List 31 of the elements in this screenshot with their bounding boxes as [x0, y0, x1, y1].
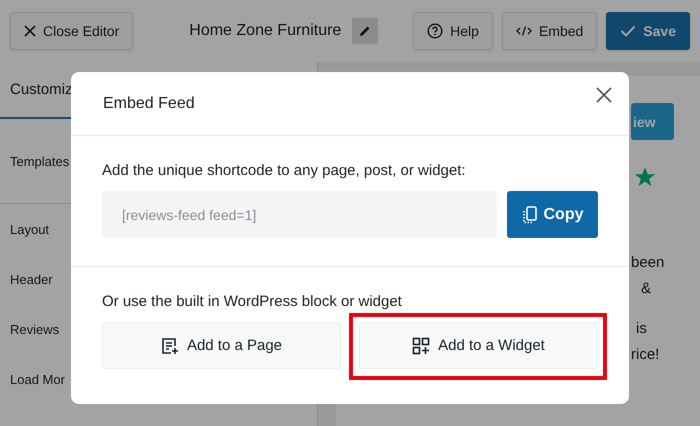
embed-button[interactable]: Embed [502, 12, 598, 50]
sidebar-item[interactable]: Templates [10, 154, 70, 168]
check-icon [620, 25, 636, 37]
close-icon [24, 25, 36, 37]
add-to-widget-button[interactable]: Add to a Widget [359, 322, 598, 369]
review-text: is [636, 319, 648, 339]
review-text: been [631, 253, 664, 273]
sidebar-item[interactable]: Load Mor [10, 372, 65, 386]
page-plus-icon [160, 336, 179, 354]
dialog-title: Embed Feed [103, 94, 195, 112]
copy-icon [522, 206, 538, 224]
review-text: rice! [631, 345, 660, 365]
help-button[interactable]: Help [413, 12, 493, 50]
sidebar-item[interactable]: Layout [10, 222, 50, 236]
feed-title: Home Zone Furniture [189, 22, 342, 40]
review-text: & [641, 279, 652, 299]
shortcode-label: Add the unique shortcode to any page, post, or widget: [102, 162, 467, 179]
block-label: Or use the built in WordPress block or widget [102, 293, 403, 310]
help-icon [427, 23, 444, 39]
copy-button[interactable]: Copy [507, 191, 598, 238]
close-button[interactable] [595, 86, 613, 104]
sidebar-item[interactable]: Header [10, 272, 53, 286]
sidebar-item[interactable]: Reviews [10, 322, 60, 336]
add-to-page-button[interactable]: Add to a Page [102, 322, 341, 369]
star-icon [634, 166, 656, 188]
code-icon [516, 25, 532, 37]
edit-button[interactable] [352, 18, 378, 44]
save-button[interactable]: Save [606, 12, 690, 50]
close-editor-button[interactable]: Close Editor [10, 12, 134, 50]
grid-plus-icon [412, 336, 430, 354]
pencil-icon [359, 25, 372, 37]
